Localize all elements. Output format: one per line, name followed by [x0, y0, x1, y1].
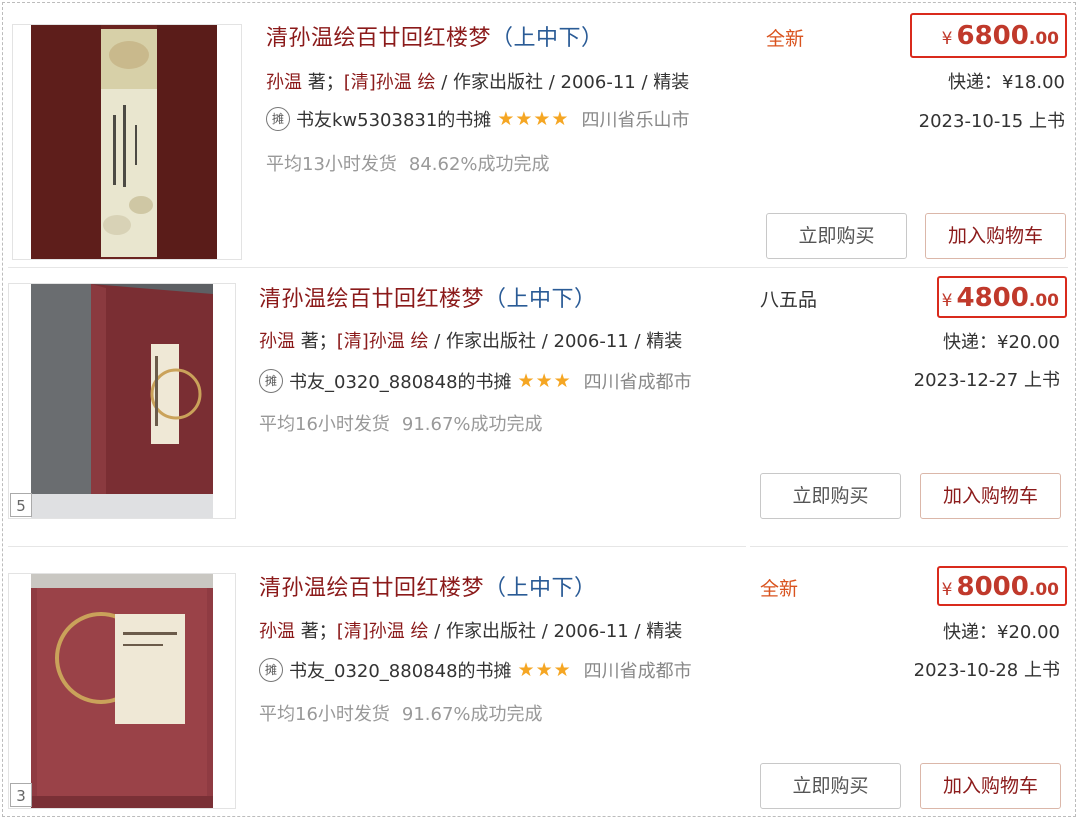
seller-stats: 平均13小时发货 84.62%成功完成 — [266, 150, 550, 176]
author-role: 著； — [295, 331, 337, 352]
seller-row: 摊 书友_0320_880848的书摊 ★★★ 四川省成都市 — [259, 657, 692, 683]
currency-symbol: ¥ — [941, 29, 953, 49]
price-integer: 8000 — [956, 572, 1029, 602]
listed-date: 2023-10-28 上书 — [913, 660, 1060, 681]
add-to-cart-button[interactable]: 加入购物车 — [920, 763, 1061, 809]
product-thumbnail[interactable] — [12, 24, 242, 260]
stall-name[interactable]: 书友kw5303831的书摊 — [296, 106, 491, 132]
illustrator-link[interactable]: [清]孙温 — [337, 331, 405, 352]
seller-location: 四川省成都市 — [583, 661, 692, 682]
stall-icon: 摊 — [259, 658, 283, 682]
illustrator-role[interactable]: 绘 — [405, 331, 429, 352]
image-count-badge: 5 — [10, 493, 32, 517]
image-count-badge: 3 — [10, 783, 32, 807]
title-main[interactable]: 清孙温绘百廿回红楼梦 — [266, 26, 491, 51]
listing-divider — [8, 546, 746, 547]
price-integer: 4800 — [956, 283, 1029, 313]
author-role: 著； — [302, 72, 344, 93]
price-box: ¥4800.00 — [937, 276, 1067, 318]
condition-label: 全新 — [760, 578, 799, 600]
price-box: ¥8000.00 — [937, 566, 1067, 606]
price-decimal: .00 — [1028, 29, 1059, 49]
book-cover-image — [31, 25, 217, 259]
title-main[interactable]: 清孙温绘百廿回红楼梦 — [259, 576, 484, 601]
shipping-fee: 快递：¥18.00 — [948, 72, 1065, 93]
success-rate: 91.67%成功完成 — [401, 704, 543, 725]
price-box: ¥6800.00 — [910, 13, 1067, 58]
author-role: 著； — [295, 621, 337, 642]
seller-row: 摊 书友kw5303831的书摊 ★★★★ 四川省乐山市 — [266, 106, 689, 132]
title-volumes[interactable]: （上中下） — [491, 26, 604, 51]
price-decimal: .00 — [1028, 580, 1059, 600]
price-decimal: .00 — [1028, 291, 1059, 311]
condition-label: 全新 — [766, 28, 805, 50]
book-cover-image — [31, 284, 213, 518]
seller-stats: 平均16小时发货 91.67%成功完成 — [259, 700, 543, 726]
listed-date: 2023-10-15 上书 — [918, 111, 1065, 132]
listed-date: 2023-12-27 上书 — [913, 370, 1060, 391]
book-meta: 孙温 著；[清]孙温 绘 / 作家出版社 / 2006-11 / 精装 — [259, 327, 682, 353]
author-link[interactable]: 孙温 — [259, 331, 295, 352]
shipping-fee: 快递：¥20.00 — [943, 622, 1060, 643]
title-volumes[interactable]: （上中下） — [484, 287, 597, 312]
shipping-fee: 快递：¥20.00 — [943, 332, 1060, 353]
title-volumes[interactable]: （上中下） — [484, 576, 597, 601]
avg-ship-time: 平均16小时发货 — [259, 704, 390, 725]
buy-now-button[interactable]: 立即购买 — [760, 763, 901, 809]
illustrator-link[interactable]: [清]孙温 — [344, 72, 412, 93]
author-link[interactable]: 孙温 — [259, 621, 295, 642]
product-thumbnail[interactable]: 3 — [8, 573, 236, 809]
publisher-info: / 作家出版社 / 2006-11 / 精装 — [428, 331, 683, 352]
seller-stats: 平均16小时发货 91.67%成功完成 — [259, 410, 543, 436]
condition-label: 八五品 — [760, 289, 818, 311]
avg-ship-time: 平均16小时发货 — [259, 414, 390, 435]
listing-title[interactable]: 清孙温绘百廿回红楼梦（上中下） — [259, 570, 597, 602]
book-meta: 孙温 著；[清]孙温 绘 / 作家出版社 / 2006-11 / 精装 — [259, 617, 682, 643]
avg-ship-time: 平均13小时发货 — [266, 154, 397, 175]
seller-location: 四川省成都市 — [583, 372, 692, 393]
seller-rating-stars: ★★★★ — [497, 108, 570, 130]
seller-rating-stars: ★★★ — [517, 659, 572, 681]
add-to-cart-button[interactable]: 加入购物车 — [925, 213, 1066, 259]
seller-row: 摊 书友_0320_880848的书摊 ★★★ 四川省成都市 — [259, 368, 692, 394]
listing-divider — [750, 546, 1068, 547]
illustrator-role[interactable]: 绘 — [412, 72, 436, 93]
book-cover-image — [31, 574, 213, 808]
success-rate: 91.67%成功完成 — [401, 414, 543, 435]
stall-name[interactable]: 书友_0320_880848的书摊 — [289, 657, 512, 683]
currency-symbol: ¥ — [941, 291, 953, 311]
add-to-cart-button[interactable]: 加入购物车 — [920, 473, 1061, 519]
buy-now-button[interactable]: 立即购买 — [760, 473, 901, 519]
success-rate: 84.62%成功完成 — [408, 154, 550, 175]
illustrator-link[interactable]: [清]孙温 — [337, 621, 405, 642]
currency-symbol: ¥ — [941, 580, 953, 600]
stall-name[interactable]: 书友_0320_880848的书摊 — [289, 368, 512, 394]
stall-icon: 摊 — [259, 369, 283, 393]
buy-now-button[interactable]: 立即购买 — [766, 213, 907, 259]
book-meta: 孙温 著；[清]孙温 绘 / 作家出版社 / 2006-11 / 精装 — [266, 68, 689, 94]
title-main[interactable]: 清孙温绘百廿回红楼梦 — [259, 287, 484, 312]
listing-divider — [8, 267, 1068, 268]
stall-icon: 摊 — [266, 107, 290, 131]
listing-title[interactable]: 清孙温绘百廿回红楼梦（上中下） — [259, 281, 597, 313]
seller-rating-stars: ★★★ — [517, 370, 572, 392]
author-link[interactable]: 孙温 — [266, 72, 302, 93]
price-integer: 6800 — [956, 21, 1029, 51]
publisher-info: / 作家出版社 / 2006-11 / 精装 — [428, 621, 683, 642]
illustrator-role[interactable]: 绘 — [405, 621, 429, 642]
listing-title[interactable]: 清孙温绘百廿回红楼梦（上中下） — [266, 20, 604, 52]
seller-location: 四川省乐山市 — [581, 110, 690, 131]
product-thumbnail[interactable]: 5 — [8, 283, 236, 519]
publisher-info: / 作家出版社 / 2006-11 / 精装 — [435, 72, 690, 93]
